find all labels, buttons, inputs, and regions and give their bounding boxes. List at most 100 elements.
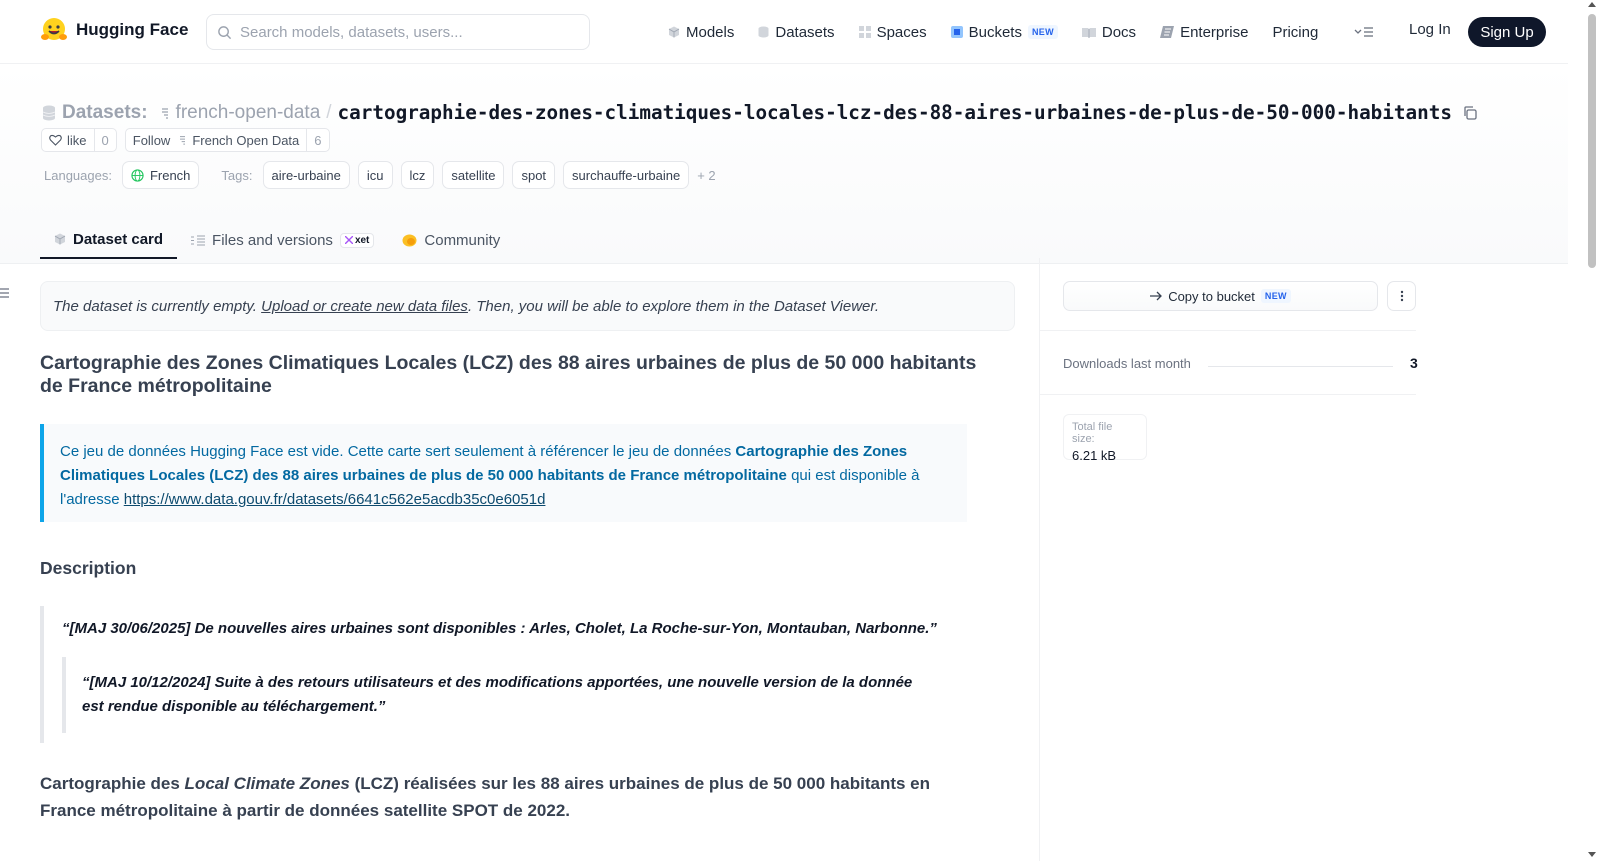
search-input[interactable] [240,23,570,41]
tag-surchauffe-urbaine[interactable]: surchauffe-urbaine [563,161,690,189]
downloads-value: 3 [1410,355,1418,371]
nav-datasets-label: Datasets [775,23,835,41]
copy-to-bucket-button[interactable]: Copy to bucket NEW [1063,281,1378,311]
empty-dataset-notice: The dataset is currently empty. Upload o… [40,281,1015,331]
divider [1040,330,1416,331]
nav-buckets[interactable]: Buckets NEW [950,24,1058,41]
nav-docs[interactable]: Docs [1081,24,1136,41]
tab-dataset-card[interactable]: Dataset card [40,221,178,259]
data-gouv-link[interactable]: https://www.data.gouv.fr/datasets/6641c5… [124,491,546,508]
empty-notice-text: The dataset is currently empty. [53,297,262,315]
downloads-label: Downloads last month [1063,356,1191,371]
divider [1040,394,1416,395]
login-link[interactable]: Log In [1409,21,1451,38]
signup-button[interactable]: Sign Up [1468,17,1546,47]
copy-icon[interactable] [1462,105,1478,121]
breadcrumb-org[interactable]: french-open-data [176,102,321,124]
more-menu-icon[interactable] [1352,21,1376,43]
like-button[interactable]: like 0 [41,128,117,152]
more-tags-link[interactable]: + 2 [697,168,715,183]
tags-row: Languages: French Tags: aire-urbaine icu… [44,161,716,189]
update-quote-2025: “[MAJ 30/06/2025] De nouvelles aires urb… [62,620,937,637]
page-scrollbar[interactable] [1584,0,1600,861]
scroll-thumb[interactable] [1588,14,1596,268]
tag-lcz[interactable]: lcz [400,161,435,189]
xet-badge: xet [339,232,375,248]
brand-name: Hugging Face [76,20,189,39]
org-icon [180,136,186,145]
more-options-button[interactable] [1387,281,1416,311]
downloads-sparkline [1208,366,1393,367]
upload-data-link[interactable]: Upload or create new data files [261,298,468,315]
copy-to-bucket-label: Copy to bucket [1168,288,1255,304]
files-icon [191,235,206,245]
tab-files-label: Files and versions [212,231,333,249]
nav-pricing[interactable]: Pricing [1272,24,1318,41]
file-size-label: Total file size: [1072,421,1113,445]
repo-actions: like 0 Follow French Open Data 6 [41,128,330,152]
like-label: like [67,132,87,148]
like-count: 0 [93,129,116,151]
xet-label: xet [354,234,370,246]
kebab-icon [1400,290,1403,302]
scroll-up-icon[interactable] [1588,2,1596,7]
breadcrumb-separator: / [326,101,332,123]
globe-icon [131,168,144,182]
tag-icu[interactable]: icu [357,161,393,189]
cube-icon [54,233,66,245]
tag-satellite[interactable]: satellite [442,161,505,189]
toc-toggle-icon[interactable] [0,287,10,299]
nav-datasets[interactable]: Datasets [758,23,835,41]
language-tag[interactable]: French [121,161,200,189]
enterprise-icon [1160,26,1175,38]
search-icon [218,25,232,39]
description-heading: Description [40,558,137,578]
languages-label: Languages: [44,167,112,183]
follow-button[interactable]: Follow French Open Data 6 [124,128,330,152]
breadcrumb: Datasets: french-open-data / cartographi… [42,101,1478,124]
nav-spaces[interactable]: Spaces [858,23,927,41]
description-text: Cartographie des [40,774,185,793]
community-icon [402,234,417,246]
description-paragraph: Cartographie des Local Climate Zones (LC… [40,770,940,824]
nav-spaces-label: Spaces [876,23,927,41]
nav-models[interactable]: Models [668,24,734,41]
follow-count: 6 [306,129,328,151]
tags-label: Tags: [221,167,253,183]
scroll-down-icon[interactable] [1588,852,1596,857]
tag-aire-urbaine[interactable]: aire-urbaine [262,161,350,189]
arrow-right-icon [1150,291,1163,301]
search-box[interactable] [206,14,590,50]
follow-label: Follow [132,132,171,148]
tab-files-and-versions[interactable]: Files and versions xet [177,221,388,259]
file-size-box: Total file size: 6.21 kB [1063,414,1147,463]
new-badge: NEW [1260,289,1291,303]
repo-name[interactable]: cartographie-des-zones-climatiques-local… [338,101,1452,124]
repo-tabs: Dataset card Files and versions xet Comm… [40,221,514,259]
nav-enterprise-label: Enterprise [1180,23,1249,41]
card-title: Cartographie des Zones Climatiques Local… [40,352,977,397]
new-badge: NEW [1027,25,1058,39]
tab-community-label: Community [424,231,501,249]
top-nav: Hugging Face Models Datasets Spaces Buck… [0,0,1568,64]
nav-enterprise[interactable]: Enterprise [1160,24,1248,41]
nav-pricing-label: Pricing [1272,23,1319,41]
description-italic: Local Climate Zones [184,774,350,793]
hugging-face-logo-icon [41,18,67,40]
bucket-icon [950,26,963,38]
database-icon [758,26,769,38]
tag-spot[interactable]: spot [512,161,556,189]
database-icon [42,105,56,120]
file-size-value: 6.21 kB [1072,448,1117,463]
follow-org: French Open Data [192,132,300,148]
brand-logo[interactable]: Hugging Face [40,16,188,44]
heart-icon [49,134,62,146]
main-menu: Models Datasets Spaces Buckets NEW Docs … [668,17,1342,47]
breadcrumb-prefix[interactable]: Datasets: [62,102,148,124]
grid-icon [858,26,871,38]
update-quote: “[MAJ 30/06/2025] De nouvelles aires urb… [40,606,967,743]
book-icon [1081,27,1096,38]
tab-community[interactable]: Community [388,221,514,259]
info-text: Ce jeu de données Hugging Face est vide.… [60,443,736,460]
language-label: French [149,167,191,183]
